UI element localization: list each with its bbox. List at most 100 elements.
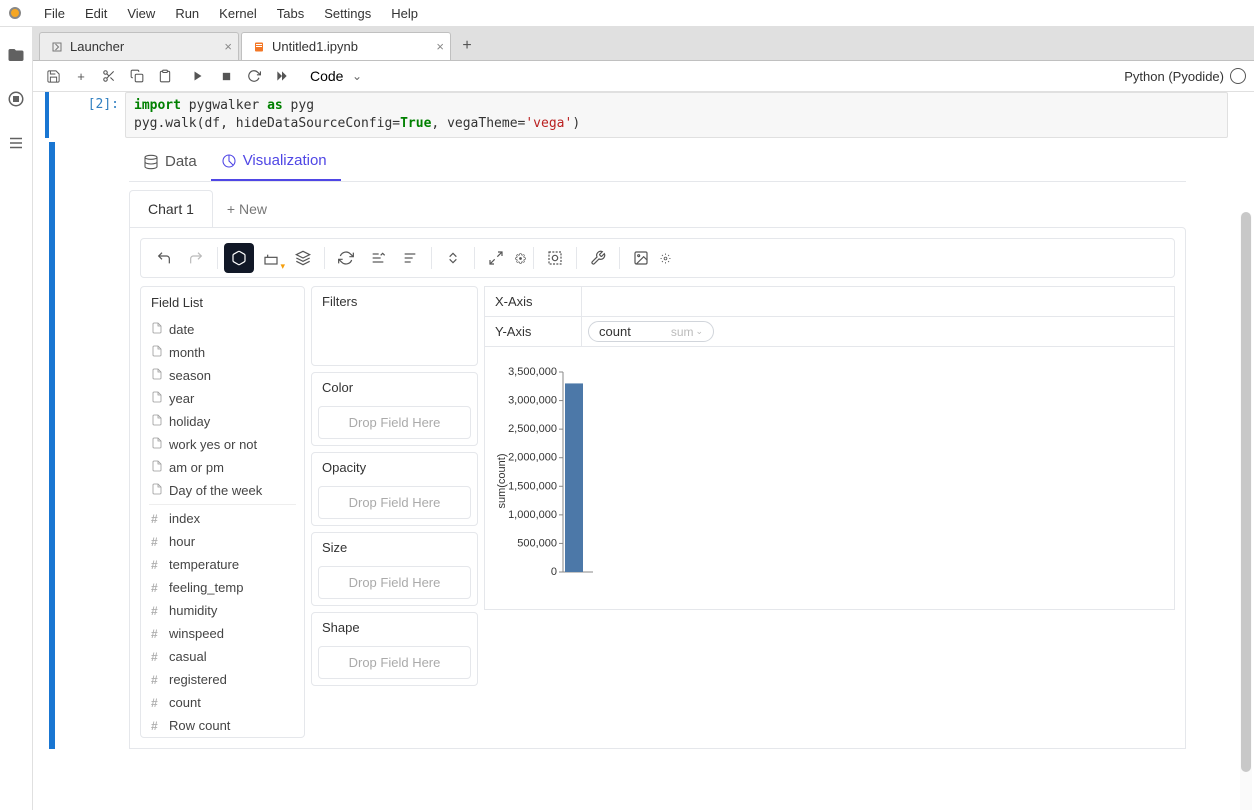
menu-help[interactable]: Help xyxy=(381,6,428,21)
cut-icon[interactable] xyxy=(97,64,121,88)
nominal-icon xyxy=(151,460,169,475)
undo-icon[interactable] xyxy=(149,243,179,273)
gear-icon[interactable] xyxy=(513,243,527,273)
quantitative-icon: # xyxy=(151,558,169,572)
cell-output: Data Visualization Chart 1 + New xyxy=(59,142,1236,749)
color-shelf[interactable]: Color Drop Field Here xyxy=(311,372,478,446)
tab-label: Untitled1.ipynb xyxy=(272,39,358,54)
sort-asc-icon[interactable] xyxy=(363,243,393,273)
opacity-shelf[interactable]: Opacity Drop Field Here xyxy=(311,452,478,526)
nominal-icon xyxy=(151,414,169,429)
field-winspeed[interactable]: #winspeed xyxy=(141,622,304,645)
geo-icon[interactable] xyxy=(540,243,570,273)
folder-icon[interactable] xyxy=(6,45,26,65)
pyg-top-tabs: Data Visualization xyxy=(129,142,1186,182)
menu-tabs[interactable]: Tabs xyxy=(267,6,314,21)
menu-kernel[interactable]: Kernel xyxy=(209,6,267,21)
code-cell[interactable]: [2]: ⧉ ↑ ↓ ≡ + 🗑 import pygwalker as pyg… xyxy=(45,92,1228,138)
field-work-yes-or-not[interactable]: work yes or not xyxy=(141,433,304,456)
notebook-body: [2]: ⧉ ↑ ↓ ≡ + 🗑 import pygwalker as pyg… xyxy=(33,92,1254,810)
quantitative-icon: # xyxy=(151,650,169,664)
field-Day-of-the-week[interactable]: Day of the week xyxy=(141,479,304,502)
paste-icon[interactable] xyxy=(153,64,177,88)
drop-zone[interactable]: Drop Field Here xyxy=(318,566,471,599)
restart-icon[interactable] xyxy=(242,64,266,88)
quantitative-icon: # xyxy=(151,581,169,595)
config-icon[interactable] xyxy=(583,243,613,273)
cell-type-select[interactable]: Code xyxy=(298,66,364,86)
menu-edit[interactable]: Edit xyxy=(75,6,117,21)
toc-icon[interactable] xyxy=(6,133,26,153)
axes-resize-icon[interactable] xyxy=(438,243,468,273)
field-season[interactable]: season xyxy=(141,364,304,387)
chart-tab-1[interactable]: Chart 1 xyxy=(129,190,213,227)
stop-icon[interactable] xyxy=(214,64,238,88)
gear-icon[interactable] xyxy=(658,243,672,273)
nominal-icon xyxy=(151,322,169,337)
redo-icon[interactable] xyxy=(181,243,211,273)
launcher-icon xyxy=(50,40,64,54)
field-casual[interactable]: #casual xyxy=(141,645,304,668)
scrollbar[interactable] xyxy=(1240,212,1252,810)
export-image-icon[interactable] xyxy=(626,243,656,273)
svg-text:3,500,000: 3,500,000 xyxy=(508,366,557,378)
field-list-header: Field List xyxy=(141,287,304,318)
field-year[interactable]: year xyxy=(141,387,304,410)
field-pill-count[interactable]: count sum ⌄ xyxy=(588,321,714,342)
new-chart-button[interactable]: + New xyxy=(213,191,281,227)
aggregate-icon[interactable] xyxy=(224,243,254,273)
mark-type-icon[interactable]: ▾ xyxy=(256,243,286,273)
stack-icon[interactable] xyxy=(288,243,318,273)
field-registered[interactable]: #registered xyxy=(141,668,304,691)
kernel-name[interactable]: Python (Pyodide) xyxy=(1124,69,1224,84)
transpose-icon[interactable] xyxy=(331,243,361,273)
filters-shelf[interactable]: Filters xyxy=(311,286,478,366)
copy-icon[interactable] xyxy=(125,64,149,88)
sort-desc-icon[interactable] xyxy=(395,243,425,273)
cell-editor[interactable]: ⧉ ↑ ↓ ≡ + 🗑 import pygwalker as pyg pyg.… xyxy=(125,92,1228,138)
field-temperature[interactable]: #temperature xyxy=(141,553,304,576)
scale-icon[interactable] xyxy=(481,243,511,273)
kernel-status-icon[interactable] xyxy=(1230,68,1246,84)
field-holiday[interactable]: holiday xyxy=(141,410,304,433)
drop-zone[interactable]: Drop Field Here xyxy=(318,406,471,439)
scroll-thumb[interactable] xyxy=(1241,212,1251,772)
field-feeling_temp[interactable]: #feeling_temp xyxy=(141,576,304,599)
drop-zone[interactable]: Drop Field Here xyxy=(318,486,471,519)
close-icon[interactable]: × xyxy=(224,39,232,54)
drop-zone[interactable]: Drop Field Here xyxy=(318,646,471,679)
menu-settings[interactable]: Settings xyxy=(314,6,381,21)
tab-launcher[interactable]: Launcher × xyxy=(39,32,239,60)
run-icon[interactable] xyxy=(186,64,210,88)
field-humidity[interactable]: #humidity xyxy=(141,599,304,622)
tab-notebook[interactable]: Untitled1.ipynb × xyxy=(241,32,451,60)
notebook-toolbar: + Code Python (Pyodide) xyxy=(33,60,1254,92)
tab-data[interactable]: Data xyxy=(133,142,211,181)
chart-tabs: Chart 1 + New xyxy=(129,190,1186,227)
add-cell-icon[interactable]: + xyxy=(69,64,93,88)
field-Row-count[interactable]: #Row count xyxy=(141,714,304,737)
menu-run[interactable]: Run xyxy=(165,6,209,21)
notebook-icon xyxy=(252,40,266,54)
running-icon[interactable] xyxy=(6,89,26,109)
run-all-icon[interactable] xyxy=(270,64,294,88)
field-date[interactable]: date xyxy=(141,318,304,341)
y-axis-shelf[interactable]: Y-Axis count sum ⌄ xyxy=(484,316,1175,347)
close-icon[interactable]: × xyxy=(436,39,444,54)
field-month[interactable]: month xyxy=(141,341,304,364)
size-shelf[interactable]: Size Drop Field Here xyxy=(311,532,478,606)
x-axis-shelf[interactable]: X-Axis xyxy=(484,286,1175,317)
pygwalker-widget: Data Visualization Chart 1 + New xyxy=(129,142,1186,749)
menu-file[interactable]: File xyxy=(34,6,75,21)
pyg-toolbar: ▾ xyxy=(140,238,1175,278)
shape-shelf[interactable]: Shape Drop Field Here xyxy=(311,612,478,686)
svg-text:1,500,000: 1,500,000 xyxy=(508,480,557,492)
field-index[interactable]: #index xyxy=(141,507,304,530)
menu-view[interactable]: View xyxy=(117,6,165,21)
field-count[interactable]: #count xyxy=(141,691,304,714)
save-icon[interactable] xyxy=(41,64,65,88)
field-am-or-pm[interactable]: am or pm xyxy=(141,456,304,479)
new-tab-button[interactable]: + xyxy=(453,32,481,60)
field-hour[interactable]: #hour xyxy=(141,530,304,553)
tab-visualization[interactable]: Visualization xyxy=(211,142,341,181)
